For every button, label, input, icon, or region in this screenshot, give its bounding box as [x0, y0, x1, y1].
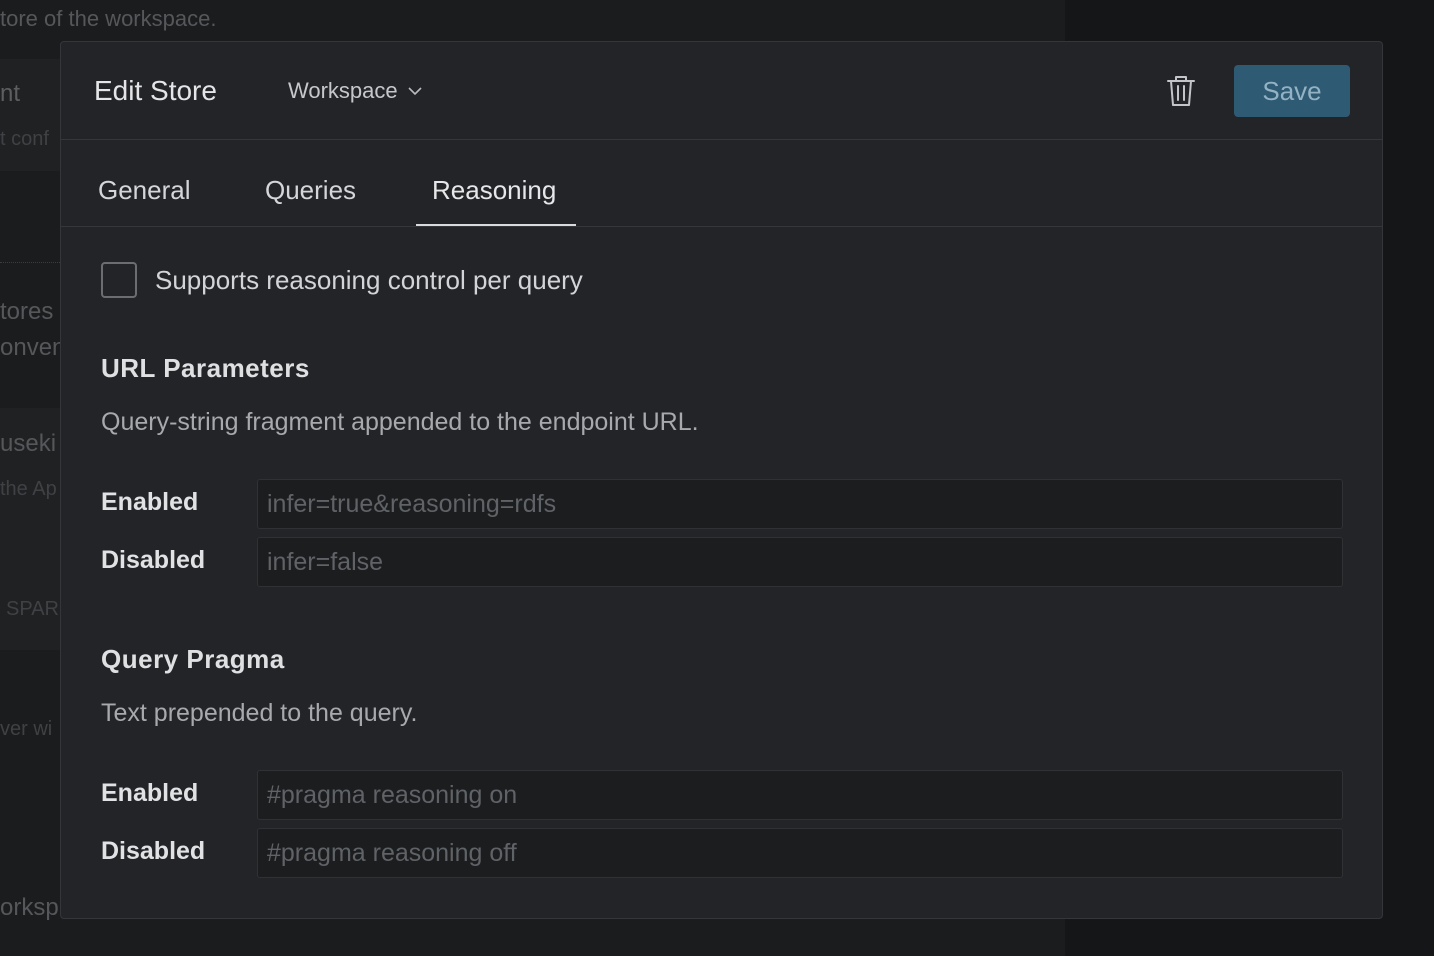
tab-queries[interactable]: Queries: [265, 175, 356, 206]
url-parameters-description: Query-string fragment appended to the en…: [101, 408, 699, 436]
background-text: tore of the workspace.: [0, 6, 217, 31]
pragma-disabled-input[interactable]: [257, 828, 1343, 878]
background-text: onven: [0, 334, 66, 361]
dialog-header: Edit Store Workspace Save: [61, 42, 1382, 140]
delete-store-button[interactable]: [1165, 74, 1197, 108]
reasoning-control-option: Supports reasoning control per query: [101, 262, 583, 298]
workspace-dropdown[interactable]: Workspace: [288, 78, 422, 104]
dialog-title: Edit Store: [94, 75, 217, 106]
trash-icon: [1167, 76, 1195, 106]
active-tab-indicator: [416, 224, 576, 226]
background-text: the Ap: [0, 478, 57, 500]
pragma-disabled-label: Disabled: [101, 837, 206, 865]
chevron-down-icon: [408, 87, 422, 96]
query-pragma-description: Text prepended to the query.: [101, 699, 418, 727]
reasoning-control-label[interactable]: Supports reasoning control per query: [155, 265, 583, 296]
background-text: useki: [0, 430, 57, 457]
reasoning-control-checkbox[interactable]: [101, 262, 137, 298]
tab-general[interactable]: General: [98, 175, 191, 206]
background-text: ver wi: [0, 718, 53, 740]
background-card: [0, 528, 60, 650]
pragma-enabled-label: Enabled: [101, 779, 199, 807]
background-divider: [0, 262, 60, 263]
background-text: nt: [0, 80, 21, 107]
background-card: [0, 408, 60, 528]
url-enabled-label: Enabled: [101, 488, 199, 516]
save-button[interactable]: Save: [1234, 65, 1350, 117]
pragma-enabled-input[interactable]: [257, 770, 1343, 820]
workspace-dropdown-label: Workspace: [288, 78, 398, 103]
background-text: t conf: [0, 128, 49, 150]
tab-bar: General Queries Reasoning: [61, 141, 1382, 227]
background-card: [0, 59, 60, 171]
tab-reasoning[interactable]: Reasoning: [432, 175, 556, 206]
url-disabled-label: Disabled: [101, 546, 206, 574]
background-text: orksp: [0, 894, 59, 921]
url-enabled-input[interactable]: [257, 479, 1343, 529]
background-text: tores: [0, 298, 54, 325]
background-text: SPAR: [6, 598, 59, 620]
url-parameters-heading: URL Parameters: [101, 353, 310, 383]
edit-store-dialog: Edit Store Workspace Save General Querie…: [60, 41, 1383, 919]
query-pragma-heading: Query Pragma: [101, 644, 285, 674]
url-disabled-input[interactable]: [257, 537, 1343, 587]
